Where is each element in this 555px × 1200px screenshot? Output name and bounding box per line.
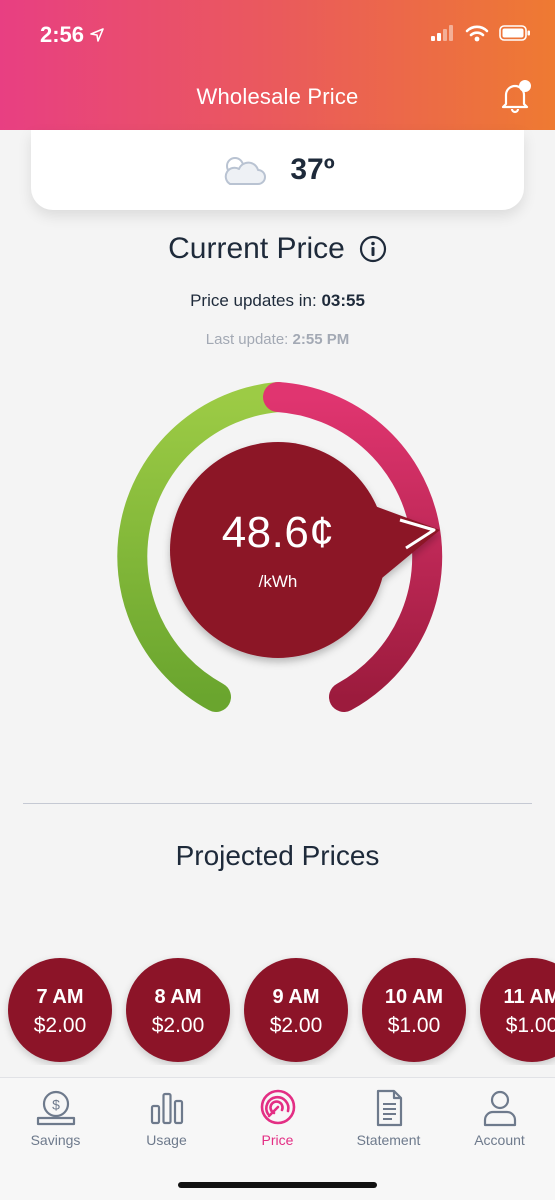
current-price-heading: Current Price [0,232,555,266]
projected-price-item[interactable]: 8 AM $2.00 [126,958,230,1062]
price-icon [260,1089,295,1125]
projected-prices-list: 7 AM $2.00 8 AM $2.00 9 AM $2.00 10 AM $… [0,955,555,1065]
last-update-label: Last update: [205,331,289,348]
projected-time: 8 AM [154,986,202,1008]
location-arrow-icon [90,28,104,42]
current-price-unit: /kWh [258,572,298,591]
tab-label: Usage [146,1132,187,1148]
weather-card: 37º [31,130,524,210]
current-price-value: 48.6¢ [221,508,335,557]
section-divider [23,803,532,804]
tab-label: Account [474,1132,525,1148]
app-header: 2:56 Wholesale Price [0,0,555,130]
wifi-icon [465,25,489,42]
projected-price-item[interactable]: 11 AM $1.00 [480,958,555,1062]
projected-time: 10 AM [384,986,444,1008]
tab-label: Price [261,1132,294,1148]
price-updates-countdown: 03:55 [321,291,365,310]
projected-price-item[interactable]: 9 AM $2.00 [244,958,348,1062]
page-title: Wholesale Price [196,84,359,109]
price-updates-line: Price updates in: 03:55 [0,291,555,311]
status-time: 2:56 [40,22,104,48]
tab-account[interactable]: Account [444,1088,555,1148]
projected-price-item[interactable]: 7 AM $2.00 [8,958,112,1062]
tab-usage[interactable]: Usage [111,1088,222,1148]
notification-bell-icon[interactable] [497,78,533,114]
account-icon [483,1090,516,1127]
last-update-time: 2:55 PM [292,331,350,348]
tab-price[interactable]: Price [222,1088,333,1148]
projected-prices-title: Projected Prices [175,840,380,871]
projected-time: 9 AM [272,986,320,1008]
projected-time: 7 AM [36,986,84,1008]
info-icon[interactable] [359,235,387,263]
projected-price: $2.00 [269,1014,323,1037]
tab-label: Statement [356,1132,421,1148]
status-icons [431,24,531,42]
home-indicator[interactable] [178,1182,377,1188]
status-time-text: 2:56 [40,22,85,47]
last-update-line: Last update: 2:55 PM [0,331,555,348]
tab-bar: $ Savings Usage Price Statement Account [0,1077,555,1200]
current-price-title: Current Price [168,232,345,265]
projected-time: 11 AM [503,986,555,1008]
battery-icon [499,25,530,41]
statement-icon [376,1089,402,1127]
signal-icon [431,25,453,41]
projected-price: $2.00 [33,1014,87,1037]
tab-statement[interactable]: Statement [333,1088,444,1148]
projected-price: $1.00 [505,1014,555,1037]
projected-price-item[interactable]: 10 AM $1.00 [362,958,466,1062]
partly-cloudy-icon [225,157,267,185]
tab-label: Savings [30,1132,81,1148]
projected-price: $2.00 [151,1014,205,1037]
tab-savings[interactable]: $ Savings [0,1088,111,1148]
projected-price: $1.00 [387,1014,441,1037]
savings-icon: $ [36,1090,75,1126]
price-updates-label: Price updates in: [190,291,317,310]
usage-icon [150,1092,183,1125]
svg-text:$: $ [52,1097,60,1113]
temperature: 37º [290,153,335,186]
